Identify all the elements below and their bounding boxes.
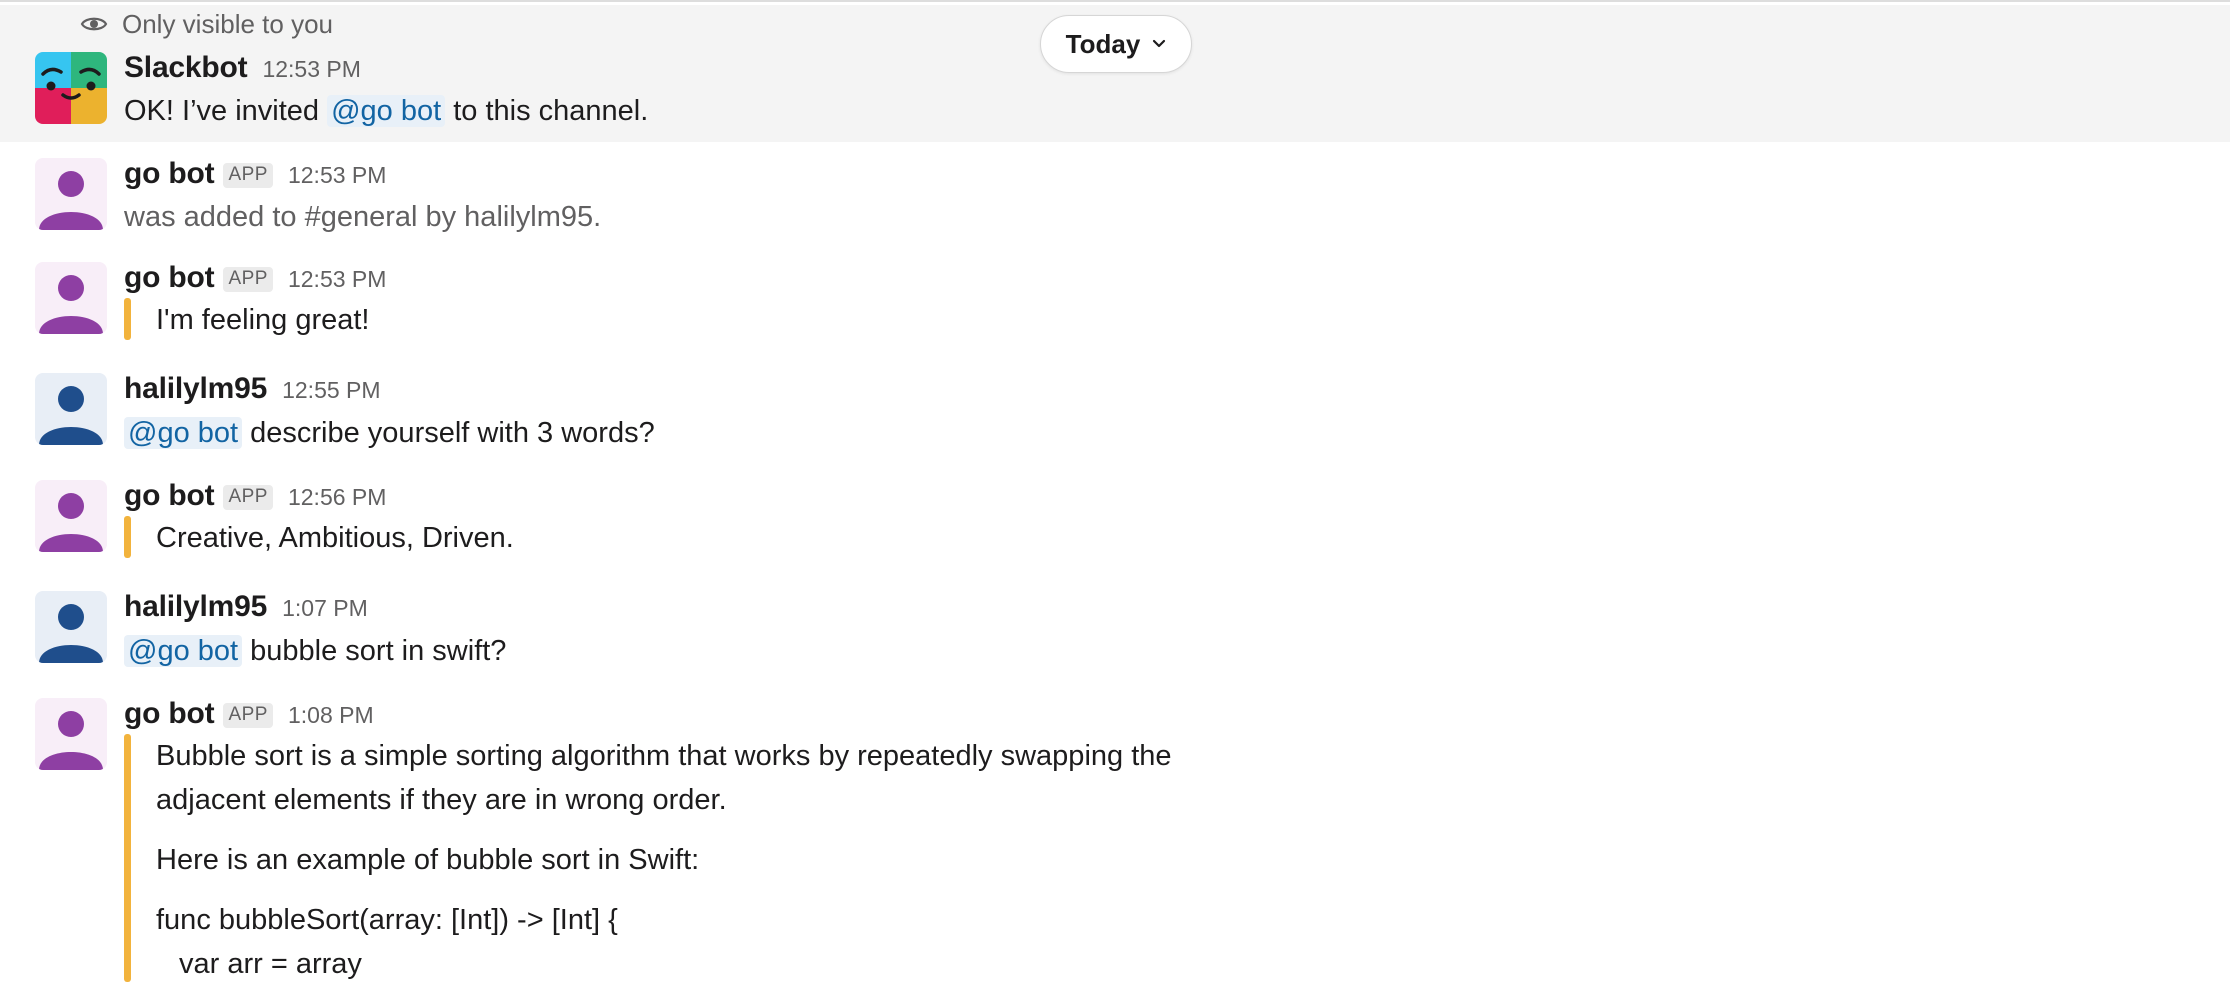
- app-badge: APP: [223, 703, 273, 728]
- user-silhouette-icon: [39, 711, 103, 770]
- system-message-text: was added to #general by halilylm95.: [124, 201, 602, 233]
- message-text: OK! I’ve invited @go bot to this channel…: [124, 90, 648, 132]
- message-header: halilylm95 12:55 PM: [124, 372, 381, 406]
- attachment-bar: [124, 516, 131, 558]
- message-text-part: OK! I’ve invited: [124, 95, 328, 127]
- attachment-line: Here is an example of bubble sort in Swi…: [156, 844, 700, 876]
- sender-name[interactable]: halilylm95: [124, 590, 267, 624]
- message-header: go bot APP 12:53 PM: [124, 261, 386, 295]
- timestamp[interactable]: 1:07 PM: [282, 595, 368, 622]
- message-header: Slackbot 12:53 PM: [124, 51, 361, 85]
- attachment-bar: [124, 298, 131, 340]
- message-header: go bot APP 12:53 PM: [124, 157, 386, 191]
- timestamp[interactable]: 12:53 PM: [288, 162, 386, 189]
- attachment-text: I'm feeling great!: [156, 304, 370, 336]
- user-avatar[interactable]: [35, 591, 107, 663]
- message-header: go bot APP 12:56 PM: [124, 479, 386, 513]
- user-silhouette-icon: [39, 604, 103, 663]
- app-badge: APP: [223, 163, 273, 188]
- user-silhouette-icon: [39, 275, 103, 334]
- eye-icon: [80, 17, 108, 31]
- user-mention[interactable]: @go bot: [124, 635, 243, 667]
- ephemeral-notice: Only visible to you: [80, 8, 333, 40]
- sender-name[interactable]: go bot: [124, 261, 215, 295]
- slackbot-avatar[interactable]: [35, 52, 107, 124]
- timestamp[interactable]: 12:53 PM: [288, 266, 386, 293]
- date-divider-label: Today: [1065, 28, 1141, 59]
- user-mention[interactable]: @go bot: [124, 417, 243, 449]
- message-text-part: to this channel.: [445, 95, 649, 127]
- message-text: @go bot bubble sort in swift?: [124, 630, 506, 672]
- bot-avatar[interactable]: [35, 480, 107, 552]
- sender-name[interactable]: go bot: [124, 157, 215, 191]
- bot-avatar[interactable]: [35, 262, 107, 334]
- sender-name[interactable]: Slackbot: [124, 51, 248, 85]
- attachment-line: Bubble sort is a simple sorting algorith…: [156, 740, 1172, 772]
- bot-avatar[interactable]: [35, 158, 107, 230]
- timestamp[interactable]: 12:56 PM: [288, 484, 386, 511]
- attachment-bar: [124, 734, 131, 982]
- user-silhouette-icon: [39, 171, 103, 230]
- date-divider-button[interactable]: Today: [1040, 15, 1192, 73]
- message-text-part: bubble sort in swift?: [242, 635, 507, 667]
- message-text-part: describe yourself with 3 words?: [242, 417, 655, 449]
- sender-name[interactable]: halilylm95: [124, 372, 267, 406]
- slackbot-logo-icon: [35, 52, 107, 124]
- bot-avatar[interactable]: [35, 698, 107, 770]
- sender-name[interactable]: go bot: [124, 479, 215, 513]
- user-silhouette-icon: [39, 493, 103, 552]
- message-header: halilylm95 1:07 PM: [124, 590, 368, 624]
- sender-name[interactable]: go bot: [124, 697, 215, 731]
- code-line: func bubbleSort(array: [Int]) -> [Int] {: [156, 904, 618, 936]
- user-silhouette-icon: [39, 386, 103, 445]
- attachment-text: Creative, Ambitious, Driven.: [156, 522, 514, 554]
- timestamp[interactable]: 12:55 PM: [282, 377, 380, 404]
- app-badge: APP: [223, 485, 273, 510]
- chevron-down-icon: [1153, 39, 1166, 48]
- user-mention[interactable]: @go bot: [327, 95, 446, 127]
- attachment-line: adjacent elements if they are in wrong o…: [156, 784, 727, 816]
- message-text: @go bot describe yourself with 3 words?: [124, 412, 655, 454]
- app-badge: APP: [223, 267, 273, 292]
- code-line: var arr = array: [179, 948, 362, 980]
- user-avatar[interactable]: [35, 373, 107, 445]
- timestamp[interactable]: 1:08 PM: [288, 702, 374, 729]
- timestamp[interactable]: 12:53 PM: [262, 56, 360, 83]
- ephemeral-notice-label: Only visible to you: [122, 8, 333, 39]
- message-header: go bot APP 1:08 PM: [124, 697, 374, 731]
